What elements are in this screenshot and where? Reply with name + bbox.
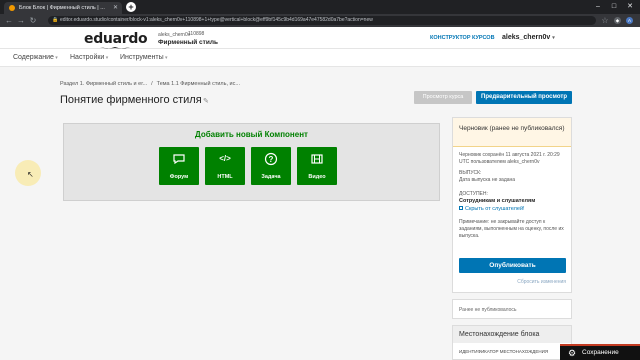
add-problem-label: Задача [261, 174, 281, 180]
add-problem-button[interactable]: ? Задача [251, 147, 291, 185]
add-component-panel: Добавить новый Компонент Форум </> HTML … [63, 123, 440, 201]
extension-icon[interactable]: ◆ [614, 17, 621, 24]
url-text: editor.eduardo.studio/container/block-v1… [60, 17, 373, 23]
gear-icon: ⚙ [568, 348, 577, 358]
nav-settings-label: Настройки [70, 54, 105, 61]
release-value: Дата выпуска не задана [459, 177, 516, 183]
code-icon: </> [219, 154, 231, 163]
checkbox-icon[interactable] [459, 206, 463, 210]
never-published-text: Ранее не публиковалось [459, 307, 517, 313]
edit-title-icon[interactable]: ✎ [203, 97, 209, 105]
favicon-icon [9, 5, 15, 11]
question-icon: ? [251, 152, 291, 170]
minimize-icon[interactable]: – [590, 0, 606, 14]
access-label: ДОСТУПЕН: [459, 191, 488, 197]
course-title[interactable]: Фирменный стиль [158, 39, 218, 46]
draft-saved-note: Черновик сохранён 11 августа 2021 г. 20:… [459, 152, 560, 165]
saving-label: Сохранение [582, 349, 619, 356]
star-icon[interactable]: ☆ [600, 14, 610, 27]
block-location-card: Местонахождение блока ИДЕНТИФИКАТОР МЕСТ… [452, 325, 572, 360]
address-bar: ← → ↻ 🔒 editor.eduardo.studio/container/… [0, 14, 640, 27]
nav-settings[interactable]: Настройки ▾ [70, 54, 108, 61]
publish-button[interactable]: Опубликовать [459, 258, 566, 273]
forward-icon[interactable]: → [16, 14, 26, 27]
access-value: Сотрудникам и слушателям [459, 198, 536, 204]
course-number: 110898 [188, 31, 205, 37]
svg-text:?: ? [269, 155, 274, 164]
nav-tools-label: Инструменты [120, 54, 164, 61]
chat-icon [159, 152, 199, 170]
breadcrumb-separator-icon: / [151, 81, 153, 87]
discard-changes-link[interactable]: Сбросить изменения [453, 279, 566, 285]
add-html-button[interactable]: </> HTML [205, 147, 245, 185]
unit-page: Раздел 1. Фирменный стиль и ег... / Тема 1… [0, 67, 640, 360]
mouse-cursor-icon: ↖ [27, 170, 34, 179]
release-label: ВЫПУСК: [459, 170, 482, 176]
add-html-label: HTML [217, 174, 233, 180]
nav-content-label: Содержание [13, 54, 54, 61]
nav-tools[interactable]: Инструменты ▾ [120, 54, 168, 61]
browser-tab[interactable]: Блок Блок | Фирменный стиль | ... ✕ [4, 2, 122, 14]
hide-from-students-toggle[interactable]: Скрыть от слушателей! [459, 206, 525, 212]
reload-icon[interactable]: ↻ [28, 14, 38, 27]
add-forum-label: Форум [169, 174, 189, 180]
add-video-button[interactable]: Видео [297, 147, 337, 185]
nav-content[interactable]: Содержание ▾ [13, 54, 58, 61]
chevron-down-icon: ▾ [552, 35, 555, 41]
back-icon[interactable]: ← [4, 14, 14, 27]
lock-icon: 🔒 [52, 17, 59, 23]
close-tab-icon[interactable]: ✕ [113, 2, 118, 14]
draft-status-title: Черновик (ранее не публиковался) [453, 118, 571, 147]
course-org: aleks_chern0v [158, 32, 191, 38]
course-constructor-link[interactable]: КОНСТРУКТОР КУРСОВ [430, 35, 495, 41]
add-video-label: Видео [308, 174, 326, 180]
username: aleks_chern0v [502, 34, 551, 41]
breadcrumb-subsection[interactable]: Тема 1.1 Фирменный стиль, ис... [157, 81, 240, 87]
studio-nav: Содержание ▾ Настройки ▾ Инструменты ▾ [0, 49, 640, 67]
access-note: Примечание: не закрывайте доступ к задан… [459, 219, 564, 239]
user-menu[interactable]: aleks_chern0v ▾ [502, 34, 555, 41]
breadcrumb-section[interactable]: Раздел 1. Фирменный стиль и ег... [60, 81, 147, 87]
block-location-title: Местонахождение блока [453, 326, 571, 343]
publish-status-card: Черновик (ранее не публиковался) Чернови… [452, 117, 572, 293]
add-component-title: Добавить новый Компонент [195, 130, 308, 139]
page-title: Понятие фирменного стиля [60, 94, 202, 106]
add-forum-button[interactable]: Форум [159, 147, 199, 185]
location-id-label: ИДЕНТИФИКАТОР МЕСТОНАХОЖДЕНИЯ [459, 349, 549, 354]
new-tab-button[interactable]: + [126, 2, 136, 12]
tab-title: Блок Блок | Фирменный стиль | ... [19, 5, 105, 11]
saving-notification: ⚙ Сохранение [560, 344, 640, 360]
chevron-down-icon: ▾ [163, 55, 168, 61]
view-course-button[interactable]: Просмотр курса [414, 91, 472, 104]
profile-avatar[interactable]: A [626, 17, 633, 24]
studio-header: eduardo aleks_chern0v 110898 Фирменный с… [0, 27, 640, 49]
browser-tabstrip: Блок Блок | Фирменный стиль | ... ✕ + – … [0, 0, 640, 14]
chevron-down-icon: ▾ [53, 55, 58, 61]
eduardo-logo[interactable]: eduardo [84, 31, 148, 47]
preview-button[interactable]: Предварительный просмотр [476, 91, 572, 104]
hide-from-students-label: Скрыть от слушателей! [465, 206, 525, 212]
maximize-icon[interactable]: □ [606, 0, 622, 14]
url-input[interactable]: 🔒 editor.eduardo.studio/container/block-… [48, 16, 596, 25]
chevron-down-icon: ▾ [104, 55, 109, 61]
film-icon [297, 152, 337, 170]
close-window-icon[interactable]: ✕ [622, 0, 638, 14]
breadcrumb: Раздел 1. Фирменный стиль и ег... / Тема 1… [60, 81, 240, 87]
publish-history-card: Ранее не публиковалось [452, 299, 572, 319]
